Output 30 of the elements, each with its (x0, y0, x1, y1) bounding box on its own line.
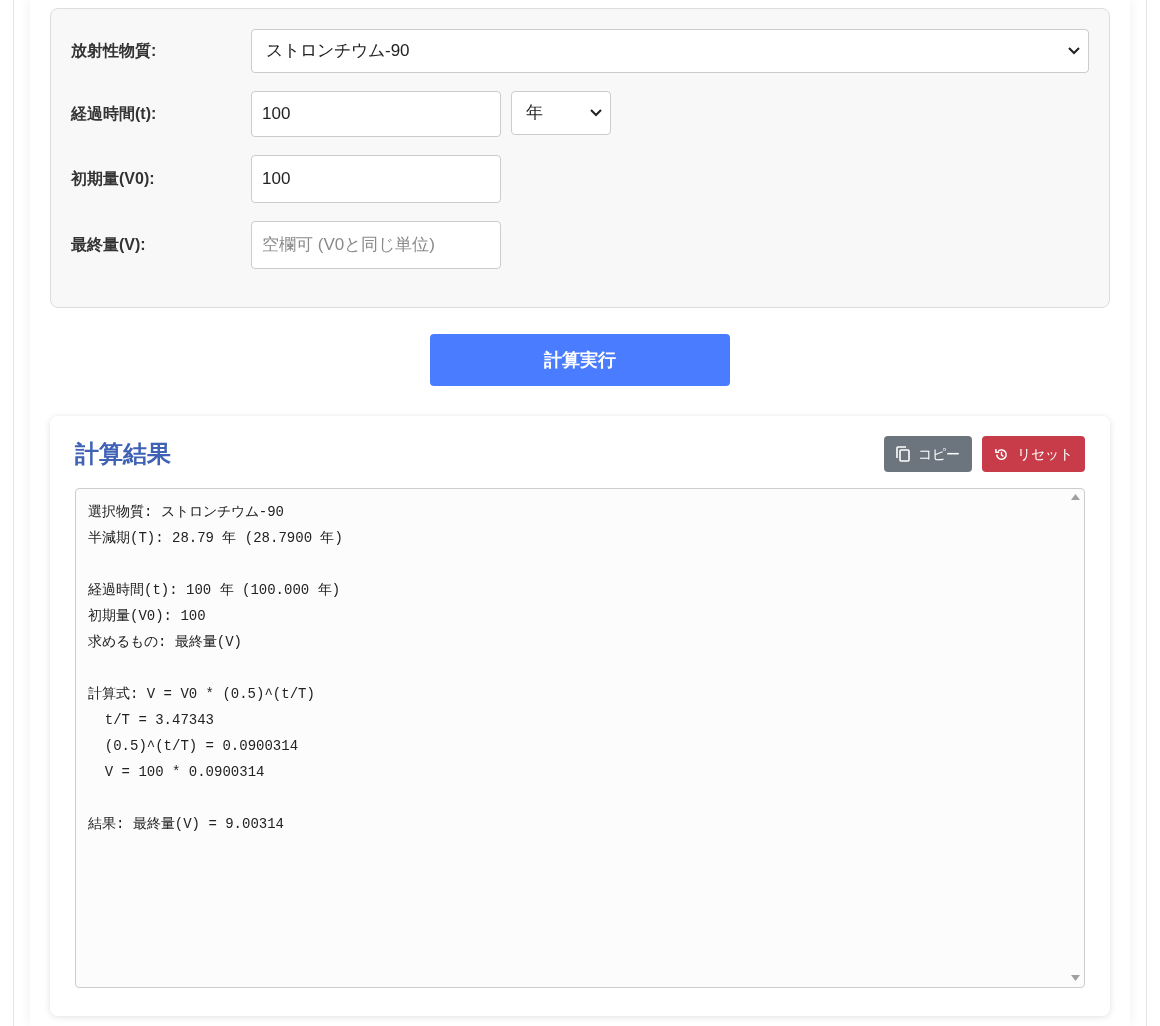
field-label: 最終量(V): (71, 235, 147, 255)
result-line: 選択物質: ストロンチウム-90 (88, 503, 284, 522)
history-icon (994, 446, 1009, 462)
calculate-button[interactable]: 計算実行 (430, 334, 730, 386)
field-label: 初期量(V0): (71, 169, 156, 189)
result-line: 初期量(V0): 100 (88, 607, 206, 626)
field-label: 経過時間(t): (71, 104, 158, 124)
result-line: 計算式: V = V0 * (0.5)^(t/T) (88, 685, 315, 704)
result-line: (0.5)^(t/T) = 0.0900314 (103, 737, 299, 756)
chevron-down-icon (1068, 47, 1080, 55)
input-field[interactable]: 100 (251, 155, 501, 203)
result-title: 計算結果 (75, 439, 171, 469)
result-line: V = 100 * 0.0900314 (103, 763, 265, 782)
result-line: 結果: 最終量(V) = 9.00314 (88, 815, 285, 834)
substance-select[interactable]: ストロンチウム-90 (251, 29, 1089, 73)
result-line: 経過時間(t): 100 年 (100.000 年) (88, 581, 341, 600)
scroll-up-icon[interactable] (1071, 494, 1080, 500)
result-line: 求めるもの: 最終量(V) (88, 633, 242, 652)
result-line: t/T = 3.47343 (103, 711, 215, 730)
reset-button[interactable]: リセット (982, 436, 1085, 472)
copy-icon (896, 446, 910, 462)
result-text-area[interactable] (75, 488, 1085, 988)
copy-button[interactable]: コピー (884, 436, 972, 472)
chevron-down-icon (590, 109, 602, 117)
input-field[interactable]: 100 (251, 91, 501, 137)
result-line: 半減期(T): 28.79 年 (28.7900 年) (88, 529, 343, 548)
field-label: 放射性物質: (71, 41, 158, 61)
unit-select[interactable]: 年 (511, 91, 611, 135)
scroll-down-icon[interactable] (1071, 975, 1080, 981)
input-field[interactable]: 空欄可 (V0と同じ単位) (251, 221, 501, 269)
